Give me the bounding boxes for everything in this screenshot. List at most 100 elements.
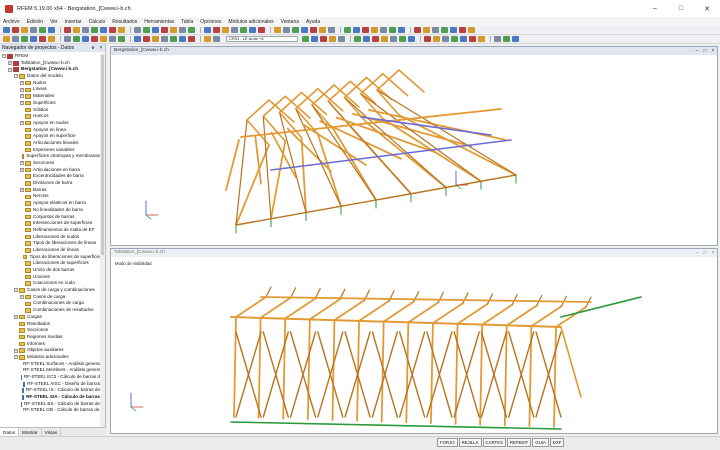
toolbar-button-icon[interactable] (109, 27, 116, 33)
toolbar-button-icon[interactable] (170, 36, 177, 42)
toolbar-button-icon[interactable] (344, 27, 351, 33)
tree-item[interactable]: RF-STEEL SIA - Cálculo de barras (0, 394, 100, 401)
tree-item[interactable]: Apoyos en línea (0, 127, 100, 134)
expand-toggle-icon[interactable]: − (8, 67, 12, 72)
tree-item[interactable]: Espesores variables (0, 147, 100, 154)
menu-item[interactable]: Ventana (281, 19, 299, 25)
toolbar-button-icon[interactable] (64, 27, 71, 33)
toolbar-button-icon[interactable] (494, 36, 501, 42)
toolbar-button-icon[interactable] (433, 36, 440, 42)
toolbar-button-icon[interactable] (478, 36, 485, 42)
model-view-talstation[interactable]: Talstation_[Cwww.i-b.ch – □ × Modo de vi… (110, 248, 718, 434)
status-toggle-button[interactable]: REFEDIT (506, 438, 532, 447)
toolbar-button-icon[interactable] (512, 36, 519, 42)
minimize-view-icon[interactable]: – (693, 249, 701, 257)
toolbar-button-icon[interactable] (213, 36, 220, 42)
toolbar-button-icon[interactable] (134, 27, 141, 33)
toolbar-button-icon[interactable] (460, 36, 467, 42)
tree-item[interactable]: − Casos de carga y combinaciones (0, 287, 100, 294)
tree-item[interactable]: + Superficies (0, 100, 100, 107)
tree-item[interactable]: Regiones medias (0, 334, 100, 341)
toolbar-button-icon[interactable] (389, 27, 396, 33)
menu-item[interactable]: Herramientas (144, 19, 174, 25)
toolbar-button-icon[interactable] (118, 27, 125, 33)
toolbar-button-icon[interactable] (188, 36, 195, 42)
expand-toggle-icon[interactable]: + (20, 81, 24, 86)
tree-item[interactable]: + Barras (0, 187, 100, 194)
minimize-view-icon[interactable]: – (693, 47, 701, 55)
toolbar-button-icon[interactable] (398, 27, 405, 33)
tree-item[interactable]: + Nudos (0, 80, 100, 87)
toolbar-button-icon[interactable] (152, 27, 159, 33)
tree-item[interactable]: Coacciones en nudo (0, 280, 100, 287)
menu-item[interactable]: Archivo (3, 19, 20, 25)
tree-item[interactable]: − RFEM (0, 53, 100, 60)
navigator-tab[interactable]: Vistas (42, 428, 62, 436)
menu-item[interactable]: Ver (50, 19, 58, 25)
toolbar-button-icon[interactable] (82, 27, 89, 33)
toolbar-button-icon[interactable] (354, 36, 361, 42)
toolbar-button-icon[interactable] (399, 36, 406, 42)
toolbar-button-icon[interactable] (363, 36, 370, 42)
toolbar-button-icon[interactable] (82, 36, 89, 42)
expand-toggle-icon[interactable]: + (8, 61, 12, 66)
expand-toggle-icon[interactable]: − (14, 74, 18, 79)
tree-item[interactable]: + Apoyos en nudos (0, 120, 100, 127)
tree-item[interactable]: − Módulos adicionales (0, 354, 100, 361)
model-render-talstation[interactable] (111, 257, 717, 433)
toolbar-button-icon[interactable] (3, 27, 10, 33)
tree-item[interactable]: + Casos de carga (0, 294, 100, 301)
expand-toggle-icon[interactable]: + (20, 94, 24, 99)
tree-item[interactable]: RF-STEEL Surfaces - Análisis general (0, 361, 100, 368)
toolbar-button-icon[interactable] (258, 27, 265, 33)
toolbar-button-icon[interactable] (179, 36, 186, 42)
status-toggle-button[interactable]: CARTES (482, 438, 506, 447)
toolbar-button-icon[interactable] (319, 27, 326, 33)
tree-item[interactable]: Liberaciones de superficies (0, 260, 100, 267)
menu-item[interactable]: Cálculo (89, 19, 106, 25)
expand-toggle-icon[interactable]: + (20, 87, 24, 92)
toolbar-button-icon[interactable] (222, 27, 229, 33)
tree-item[interactable]: + Líneas (0, 86, 100, 93)
expand-toggle-icon[interactable]: + (14, 348, 18, 353)
menu-item[interactable]: Resultados (112, 19, 137, 25)
toolbar-button-icon[interactable] (468, 27, 475, 33)
model-render-bergstation[interactable] (111, 55, 717, 245)
toolbar-button-icon[interactable] (381, 36, 388, 42)
toolbar-button-icon[interactable] (143, 36, 150, 42)
status-toggle-button[interactable]: REJILLA (458, 438, 482, 447)
toolbar-button-icon[interactable] (204, 27, 211, 33)
toolbar-button-icon[interactable] (441, 27, 448, 33)
tree-item[interactable]: Informes (0, 341, 100, 348)
toolbar-button-icon[interactable] (21, 27, 28, 33)
tree-item[interactable]: No linealidades de barra (0, 207, 100, 214)
toolbar-button-icon[interactable] (283, 27, 290, 33)
status-toggle-button[interactable]: DXF (549, 438, 565, 447)
toolbar-button-icon[interactable] (451, 36, 458, 42)
toolbar-button-icon[interactable] (408, 36, 415, 42)
toolbar-button-icon[interactable] (423, 27, 430, 33)
tree-item[interactable]: Resultados (0, 321, 100, 328)
scroll-thumb[interactable] (101, 55, 104, 255)
tree-item[interactable]: + Cargas (0, 314, 100, 321)
expand-toggle-icon[interactable]: − (2, 54, 6, 59)
maximize-view-icon[interactable]: □ (701, 249, 709, 257)
toolbar-button-icon[interactable] (161, 36, 168, 42)
toolbar-button-icon[interactable] (414, 27, 421, 33)
toolbar-button-icon[interactable] (118, 36, 125, 42)
tree-item[interactable]: + Talstation_[Cwww.i-b.ch (0, 60, 100, 67)
pin-icon[interactable]: ᵾ (89, 44, 97, 52)
menu-item[interactable]: Opciones (200, 19, 221, 25)
toolbar-button-icon[interactable] (143, 27, 150, 33)
toolbar-button-icon[interactable] (274, 27, 281, 33)
tree-item[interactable]: + Objetos auxiliares (0, 347, 100, 354)
tree-item[interactable]: + Materiales (0, 93, 100, 100)
toolbar-button-icon[interactable] (48, 36, 55, 42)
tree-item[interactable]: Sólidos (0, 107, 100, 114)
toolbar-button-icon[interactable] (73, 27, 80, 33)
toolbar-button-icon[interactable] (372, 36, 379, 42)
toolbar-button-icon[interactable] (380, 27, 387, 33)
tree-item[interactable]: Tipos de liberaciones de superficie (0, 254, 100, 261)
menu-item[interactable]: Tabla (181, 19, 193, 25)
tree-item[interactable]: Unión de dos barras (0, 267, 100, 274)
